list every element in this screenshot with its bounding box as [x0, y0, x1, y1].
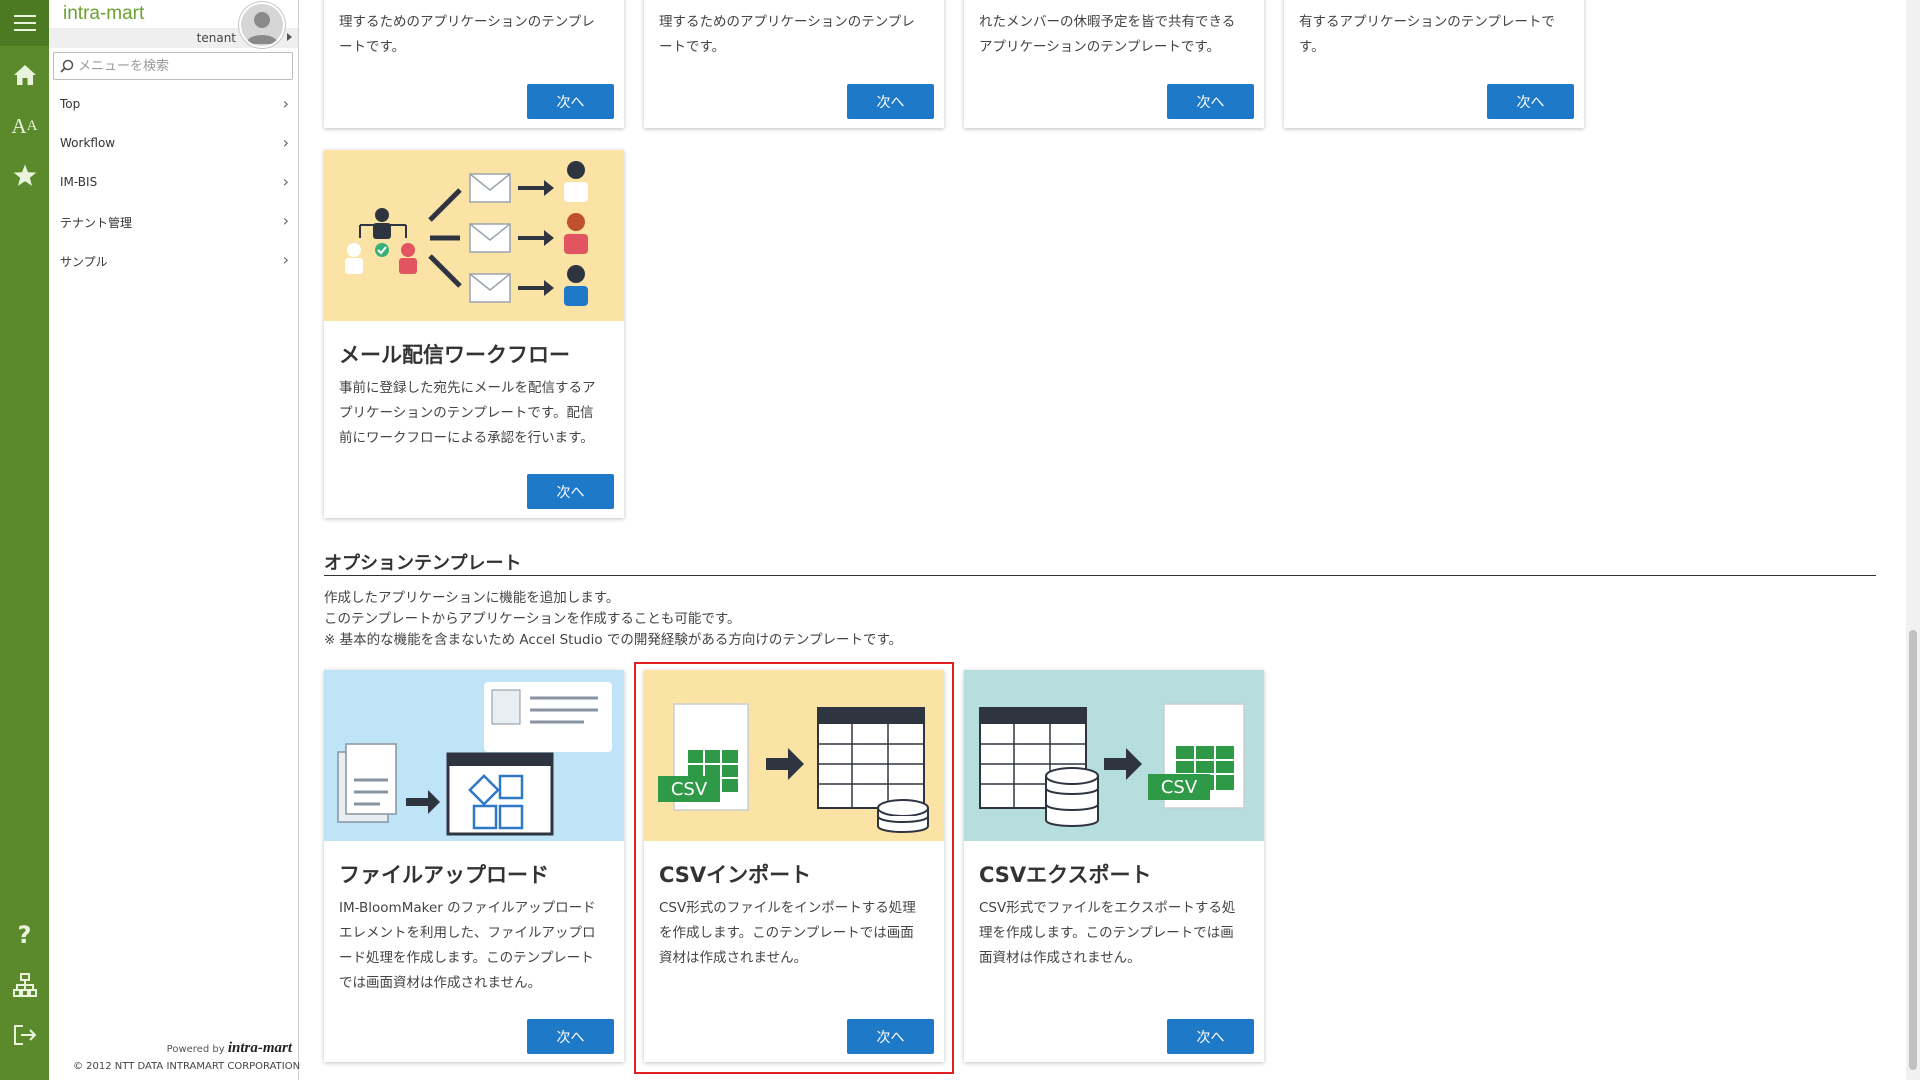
mail-workflow-illustration	[324, 150, 624, 321]
brand-logo: intra-mart	[63, 3, 145, 24]
nav-item-workflow[interactable]: Workflow ›	[49, 124, 298, 162]
powered-by-logo: intra-mart	[227, 1040, 292, 1056]
selection-highlight	[634, 662, 954, 1074]
home-icon[interactable]	[0, 60, 49, 90]
card-title: ファイルアップロード	[339, 863, 549, 887]
template-card-file-upload: ファイルアップロード IM-BloomMaker のファイルアップロード エレメン…	[324, 670, 624, 1062]
nav-item-tenant-admin[interactable]: テナント管理 ›	[49, 202, 298, 240]
chevron-right-icon: ›	[282, 94, 289, 113]
next-button[interactable]: 次へ	[527, 474, 614, 509]
font-size-icon[interactable]: AA	[0, 112, 49, 140]
next-button[interactable]: 次へ	[1167, 84, 1254, 119]
sidebar: intra-mart tenant Top › Workflow › IM-BI…	[49, 0, 301, 1080]
chevron-right-icon: ›	[282, 133, 289, 152]
nav-item-im-bis[interactable]: IM-BIS ›	[49, 163, 298, 201]
main-content: 理するためのアプリケーションのテンプレ ートです。 次へ 理するためのアプリケーシ…	[299, 0, 1899, 1080]
next-button[interactable]: 次へ	[527, 1019, 614, 1054]
chevron-right-icon: ›	[282, 211, 289, 230]
search-icon	[60, 59, 74, 73]
template-card: 理するためのアプリケーションのテンプレ ートです。 次へ	[644, 0, 944, 128]
tenant-name: tenant	[196, 31, 236, 45]
powered-by-label: Powered by	[166, 1044, 225, 1055]
card-description: 理するためのアプリケーションのテンプレ ートです。	[339, 14, 595, 55]
nav-item-label: テナント管理	[60, 216, 133, 230]
card-description: IM-BloomMaker のファイルアップロード エレメントを利用した、ファイル…	[339, 900, 596, 991]
hamburger-menu-icon[interactable]	[0, 0, 49, 46]
template-card: 理するためのアプリケーションのテンプレ ートです。 次へ	[324, 0, 624, 128]
card-description: 有するアプリケーションのテンプレートで す。	[1299, 14, 1555, 55]
csv-badge: CSV	[1161, 777, 1198, 798]
template-card: れたメンバーの休暇予定を皆で共有できる アプリケーションのテンプレートです。 次へ	[964, 0, 1264, 128]
next-button[interactable]: 次へ	[1487, 84, 1574, 119]
chevron-right-icon: ›	[282, 172, 289, 191]
csv-export-illustration: CSV	[964, 670, 1264, 841]
logout-icon[interactable]	[0, 1020, 49, 1050]
nav-item-label: サンプル	[60, 255, 108, 269]
copyright: © 2012 NTT DATA INTRAMART CORPORATION	[73, 1061, 301, 1072]
help-icon[interactable]: ?	[0, 920, 49, 950]
nav-item-sample[interactable]: サンプル ›	[49, 241, 298, 279]
menu-search[interactable]	[53, 52, 293, 80]
template-card: 有するアプリケーションのテンプレートで す。 次へ	[1284, 0, 1584, 128]
card-description: CSV形式でファイルをエクスポートする処 理を作成します。このテンプレートでは画面…	[979, 900, 1236, 966]
card-title: メール配信ワークフロー	[339, 343, 570, 367]
sitemap-icon[interactable]	[0, 970, 49, 1000]
nav-item-label: Workflow	[60, 136, 116, 150]
template-card-mail-workflow: メール配信ワークフロー 事前に登録した宛先にメールを配信するア プリケーションのテ…	[324, 150, 624, 518]
section-divider	[324, 575, 1876, 576]
star-icon[interactable]	[0, 160, 49, 190]
card-description: れたメンバーの休暇予定を皆で共有できる アプリケーションのテンプレートです。	[979, 14, 1236, 55]
icon-rail: AA ?	[0, 0, 49, 1080]
search-input[interactable]	[78, 56, 283, 76]
nav-item-top[interactable]: Top ›	[49, 85, 298, 123]
avatar[interactable]	[239, 2, 285, 48]
next-button[interactable]: 次へ	[527, 84, 614, 119]
section-title: オプションテンプレート	[324, 553, 522, 574]
nav-item-label: Top	[60, 97, 81, 111]
caret-right-icon	[287, 33, 292, 41]
next-button[interactable]: 次へ	[847, 84, 934, 119]
scrollbar-thumb[interactable]	[1909, 630, 1917, 1070]
card-description: 事前に登録した宛先にメールを配信するア プリケーションのテンプレートです。配信 前に…	[339, 380, 596, 446]
next-button[interactable]: 次へ	[1167, 1019, 1254, 1054]
scrollbar[interactable]	[1906, 0, 1920, 1080]
nav-item-label: IM-BIS	[60, 175, 98, 189]
chevron-right-icon: ›	[282, 250, 289, 269]
powered-by: Powered by intra-mart	[167, 1040, 292, 1057]
template-card-csv-export: CSV CSVエクスポート CSV形式でファイルをエクスポートする処 理を作成しま…	[964, 670, 1264, 1062]
card-title: CSVエクスポート	[979, 863, 1152, 887]
file-upload-illustration	[324, 670, 624, 841]
section-description: 作成したアプリケーションに機能を追加します。 このテンプレートからアプリケーショ…	[324, 590, 903, 648]
card-description: 理するためのアプリケーションのテンプレ ートです。	[659, 14, 915, 55]
